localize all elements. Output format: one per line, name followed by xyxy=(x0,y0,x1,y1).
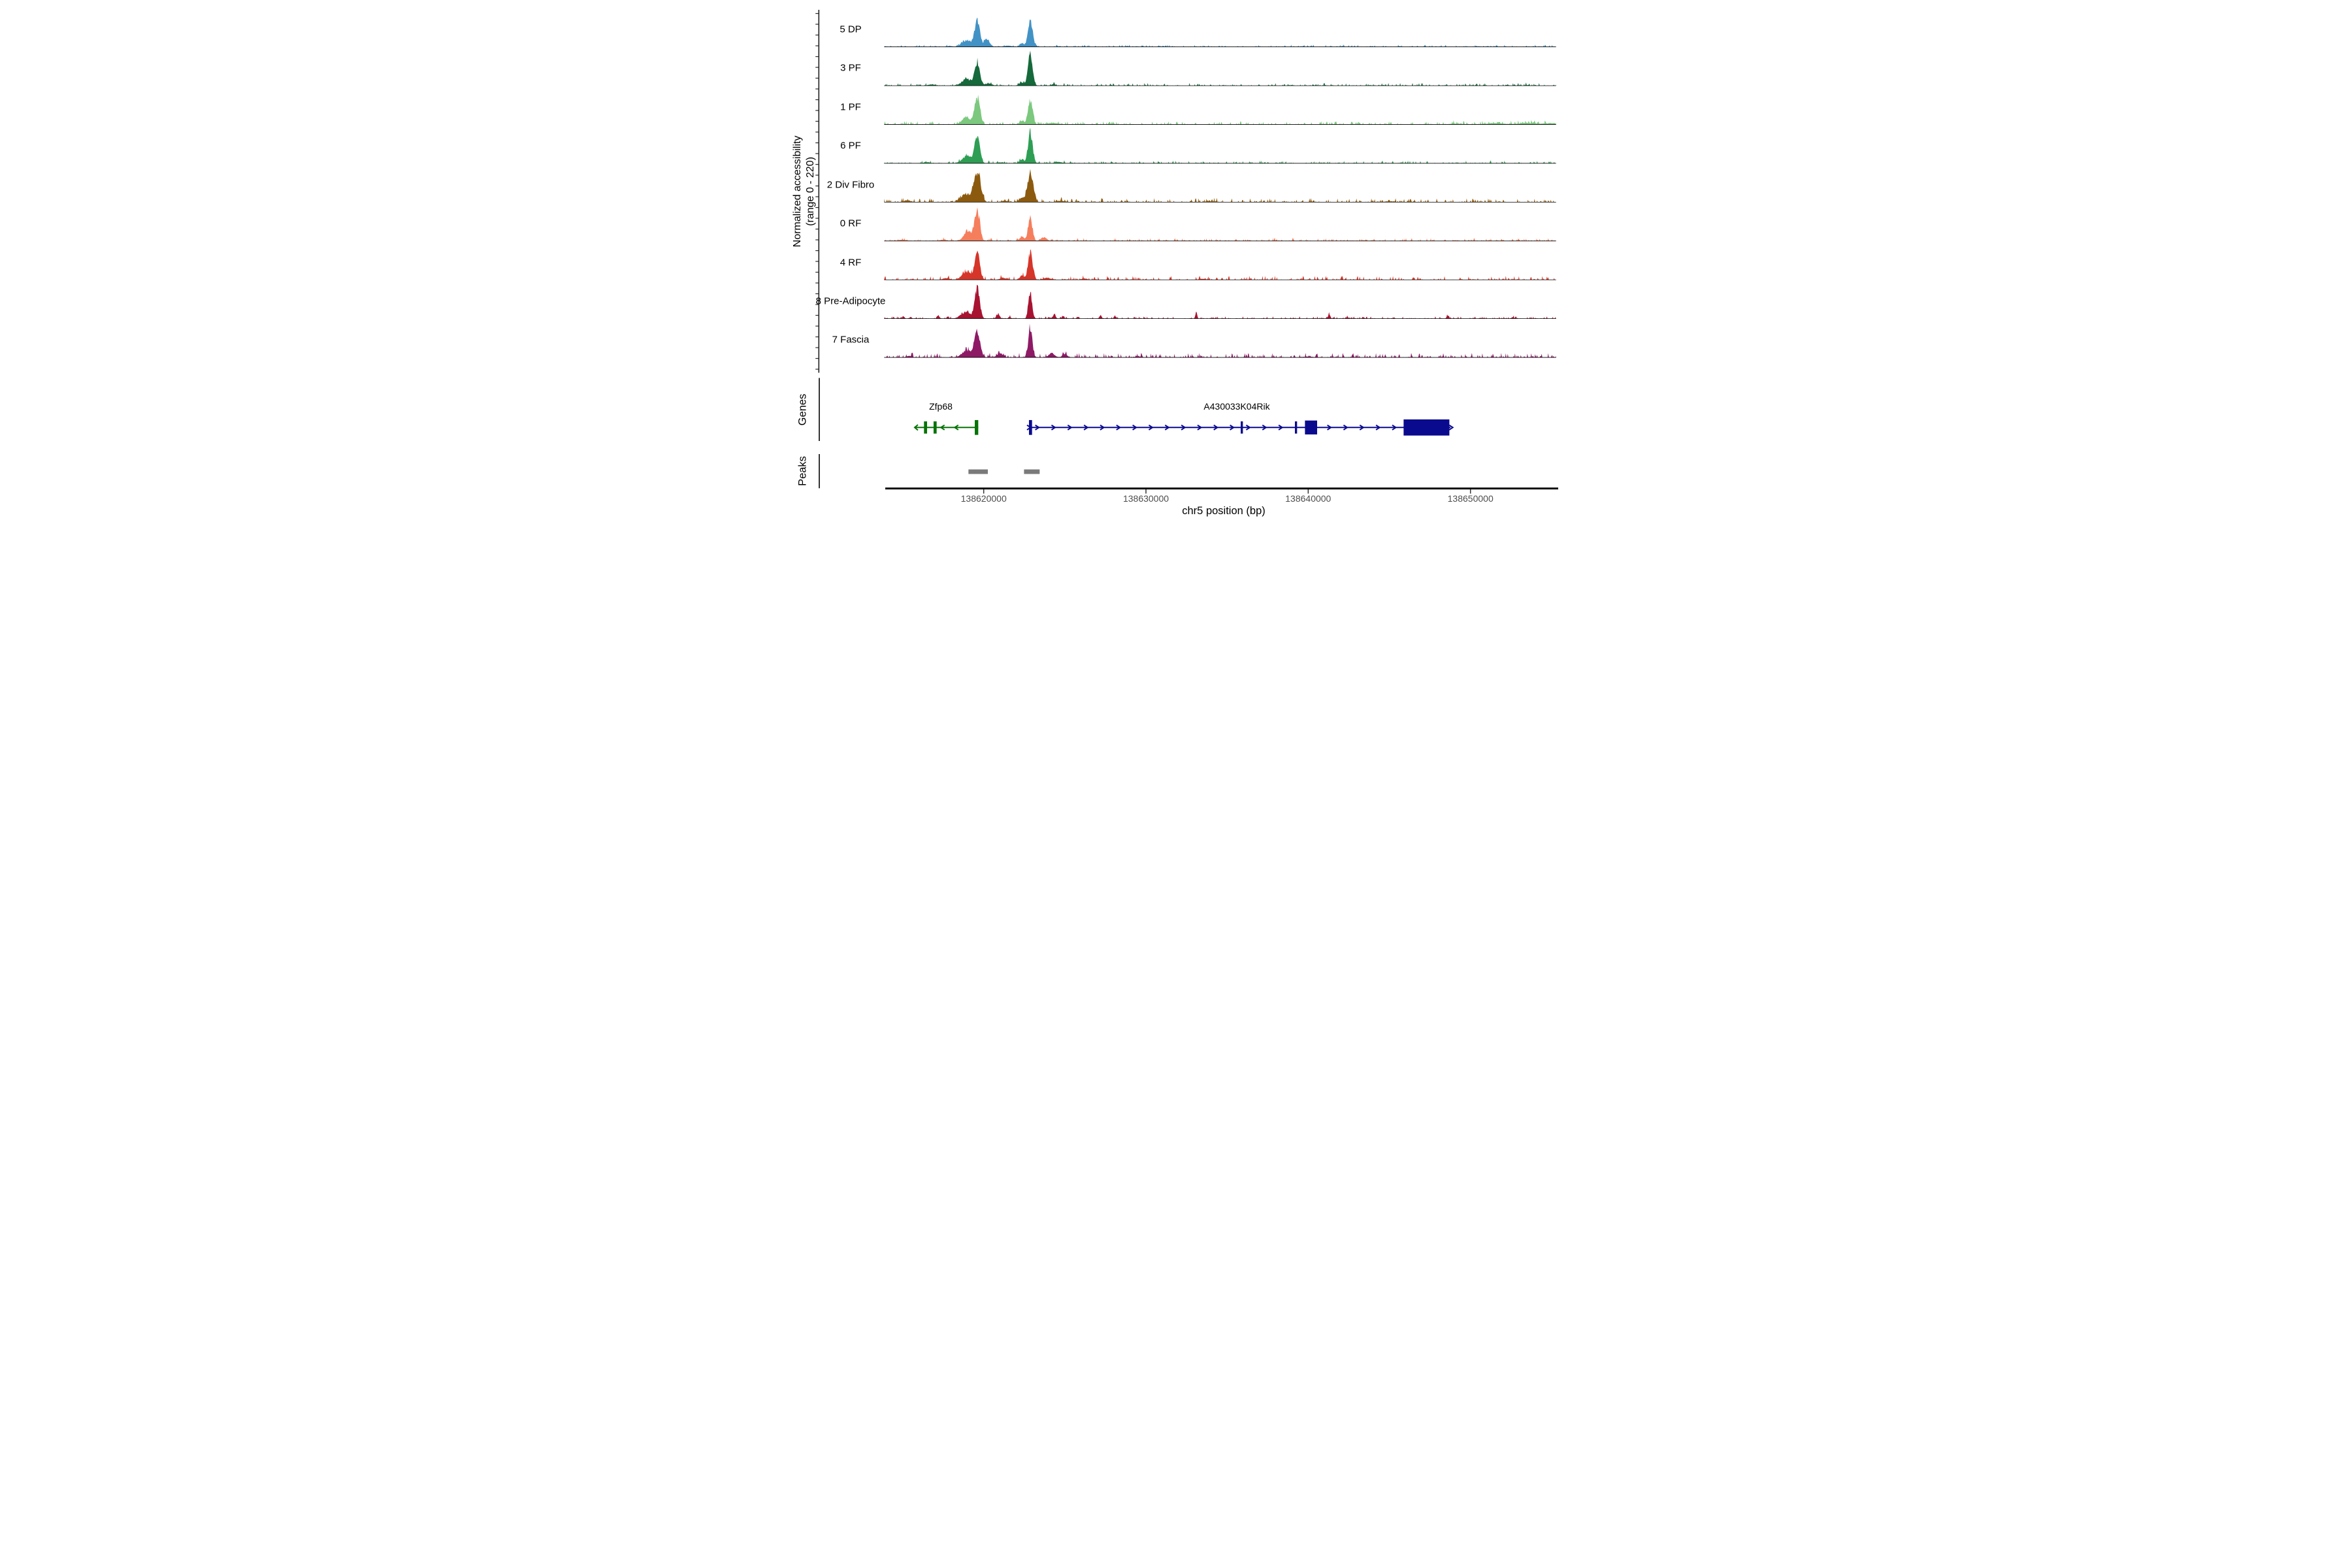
genes-section-label: Genes xyxy=(796,393,809,426)
x-tick-label-138650000: 138650000 xyxy=(1447,493,1494,504)
x-tick-label-138640000: 138640000 xyxy=(1285,493,1331,504)
coverage-tracks-plot xyxy=(815,10,1558,494)
track-label-7-fascia: 7 Fascia xyxy=(832,334,870,346)
track-label-5-dp: 5 DP xyxy=(840,24,862,35)
gene-label-zfp68: Zfp68 xyxy=(929,401,953,412)
peaks-section-label: Peaks xyxy=(796,456,809,486)
gene-label-a430033k04rik: A430033K04Rik xyxy=(1203,401,1270,412)
track-label-2-div-fibro: 2 Div Fibro xyxy=(826,179,875,191)
y-axis-label: Normalized accessibility (range 0 - 220) xyxy=(791,136,817,248)
x-tick-label-138620000: 138620000 xyxy=(960,493,1007,504)
y-axis-label-line2: (range 0 - 220) xyxy=(805,157,816,226)
genome-browser-figure: Normalized accessibility (range 0 - 220)… xyxy=(784,0,1568,523)
x-tick-label-138630000: 138630000 xyxy=(1122,493,1169,504)
track-label-4-rf: 4 RF xyxy=(840,257,862,268)
track-label-3-pf: 3 PF xyxy=(840,62,861,74)
y-axis-label-line1: Normalized accessibility xyxy=(792,135,803,248)
track-label-8-pre-adipocyte: 8 Pre-Adipocyte xyxy=(815,295,886,307)
track-label-0-rf: 0 RF xyxy=(840,218,862,229)
x-axis-title: chr5 position (bp) xyxy=(1182,505,1266,517)
track-label-6-pf: 6 PF xyxy=(840,140,861,152)
track-label-1-pf: 1 PF xyxy=(840,101,861,113)
